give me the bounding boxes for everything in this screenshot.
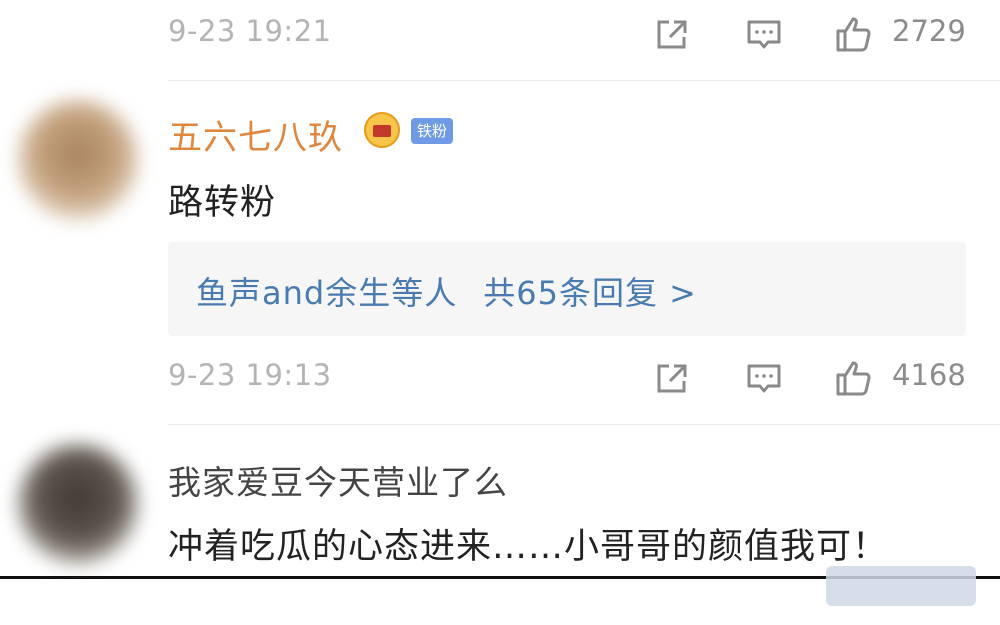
thumb-up-icon: [836, 361, 871, 396]
avatar[interactable]: [18, 100, 138, 220]
comment-time: 9-23 19:13: [168, 358, 332, 392]
comment-text: 冲着吃瓜的心态进来……小哥哥的颜值我可！: [168, 527, 889, 567]
comment-username[interactable]: 我家爱豆今天营业了么: [168, 456, 508, 504]
share-button[interactable]: [650, 356, 694, 400]
comment-meta-row: 9-23 19:13 4168: [0, 344, 1000, 414]
watermark-logo: [826, 566, 976, 606]
comment-button[interactable]: [742, 356, 786, 400]
comment-icon: [747, 20, 781, 49]
comment-divider: [168, 424, 1000, 425]
replies-preview[interactable]: 鱼声and余生等人 共65条回复 >: [168, 242, 966, 336]
replies-names: 鱼声and余生等人: [196, 274, 458, 312]
like-count: 2729: [892, 14, 966, 48]
comment-text: 路转粉: [168, 183, 277, 223]
comment-divider: [168, 80, 1000, 81]
crown-badge-icon: [364, 112, 400, 148]
share-icon: [657, 364, 687, 393]
avatar[interactable]: [18, 444, 138, 564]
replies-link[interactable]: 鱼声and余生等人 共65条回复 >: [196, 268, 697, 314]
like-count: 4168: [892, 358, 966, 392]
comment-icon: [747, 364, 781, 393]
comment-meta-row: 9-23 19:21 2729: [0, 0, 1000, 70]
thumb-up-icon: [836, 17, 871, 52]
like-button[interactable]: [832, 356, 876, 400]
share-button[interactable]: [650, 12, 694, 56]
like-button[interactable]: [832, 12, 876, 56]
comment-username[interactable]: 五六七八玖: [168, 110, 343, 159]
comment-time: 9-23 19:21: [168, 14, 332, 48]
fan-badge: 铁粉: [411, 118, 454, 144]
share-icon: [657, 20, 687, 49]
replies-count: 共65条回复 >: [483, 274, 697, 312]
comment-button[interactable]: [742, 12, 786, 56]
